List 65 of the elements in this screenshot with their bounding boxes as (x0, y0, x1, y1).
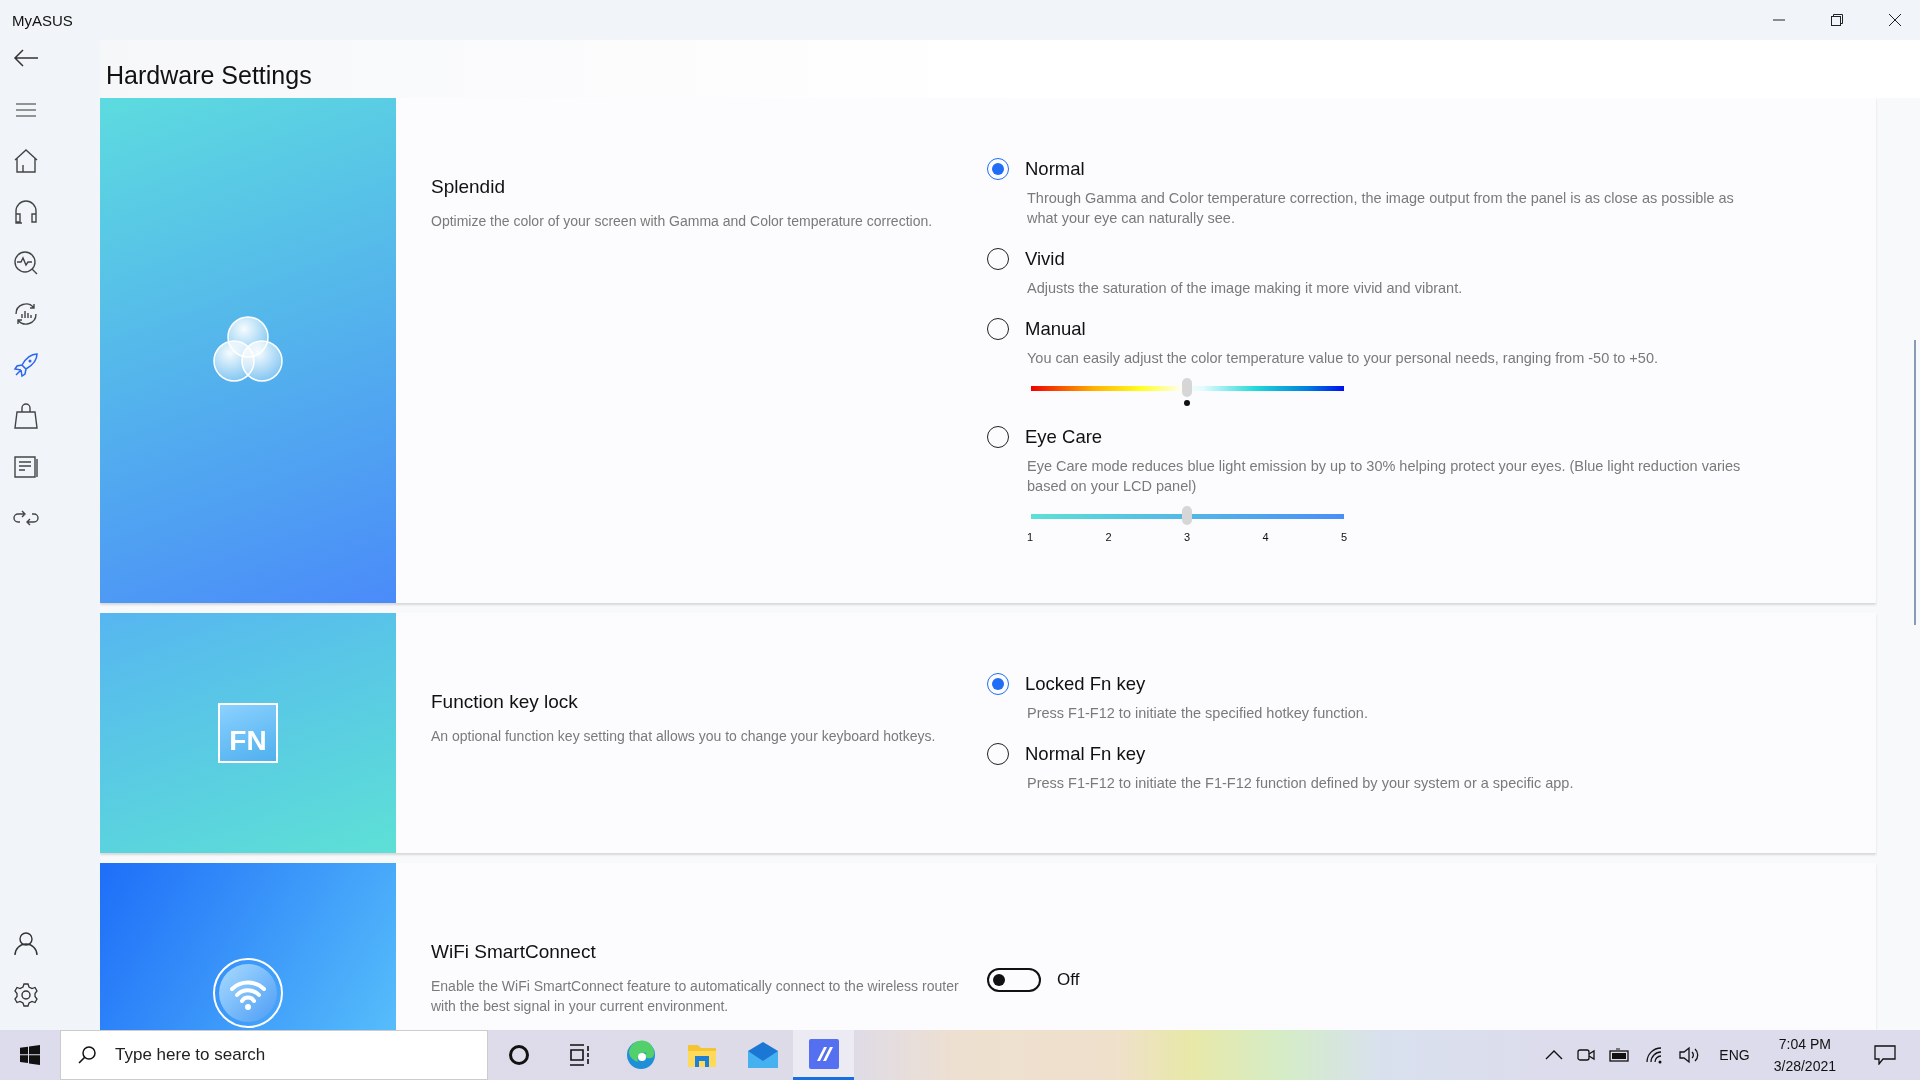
bag-icon[interactable] (13, 402, 39, 429)
default-marker (1184, 400, 1190, 406)
section-description: An optional function key setting that allows you to change your keyboard hotkeys. (431, 727, 937, 746)
section-title: Splendid (431, 176, 506, 198)
option-label[interactable]: Locked Fn key (1025, 673, 1146, 695)
search-input[interactable]: Type here to search (113, 1044, 487, 1066)
menu-icon[interactable] (15, 102, 37, 117)
fn-key-badge: FN (218, 703, 278, 763)
option-label[interactable]: Vivid (1025, 248, 1065, 270)
tick-label: 5 (1340, 531, 1347, 543)
windows-logo-icon[interactable] (20, 1045, 40, 1065)
language-indicator[interactable]: ENG (1719, 1047, 1750, 1063)
toggle-switch[interactable] (987, 968, 1041, 992)
refresh-chart-icon[interactable] (13, 300, 39, 327)
scrollbar[interactable] (1914, 340, 1916, 625)
tick-label: 3 (1183, 531, 1191, 543)
home-icon[interactable] (13, 147, 39, 174)
slider-thumb[interactable] (1182, 506, 1192, 525)
option-description: Press F1-F12 to initiate the F1-F12 function defined by your system or a specific app. (1026, 774, 1575, 793)
option-label[interactable]: Eye Care (1025, 426, 1103, 448)
section-description: Optimize the color of your screen with Gamma and Color temperature correction. (431, 212, 934, 231)
user-icon[interactable] (13, 930, 39, 956)
slider-track[interactable] (1030, 378, 1344, 398)
clock-time[interactable]: 7:04 PM (1778, 1033, 1831, 1055)
option-label[interactable]: Manual (1025, 318, 1086, 340)
slider-thumb[interactable] (1182, 378, 1192, 397)
section-title: Function key lock (431, 691, 579, 713)
search-icon (77, 1045, 97, 1065)
headset-icon[interactable] (13, 198, 39, 225)
chevron-up-icon[interactable] (1545, 1049, 1564, 1061)
option-label[interactable]: Normal Fn key (1025, 743, 1146, 765)
restore-icon[interactable] (1830, 13, 1844, 27)
option-description: Eye Care mode reduces blue light emission by up to 30% helping protect your eyes. (Blue light reduction varies based on your LCD panel) (1026, 457, 1742, 496)
settings-icon[interactable] (13, 981, 39, 1008)
option-description: You can easily adjust the color temperature value to your personal needs, ranging from -50 to +50. (1026, 349, 1659, 368)
camera-icon[interactable] (1577, 1046, 1596, 1064)
task-view-icon (567, 1044, 592, 1066)
option-description: Press F1-F12 to initiate the specified hotkey function. (1026, 704, 1369, 723)
diagnosis-icon[interactable] (13, 249, 39, 276)
search-bar[interactable]: Type here to search (60, 1030, 488, 1080)
document-list-icon[interactable] (13, 453, 39, 480)
close-icon[interactable] (1888, 13, 1902, 27)
notification-icon[interactable] (1874, 1045, 1896, 1065)
folder-icon (686, 1042, 717, 1068)
section-title: WiFi SmartConnect (431, 941, 597, 963)
option-description: Adjusts the saturation of the image making it more vivid and vibrant. (1026, 279, 1464, 298)
option-label[interactable]: Normal (1025, 158, 1085, 180)
rocket-icon[interactable] (13, 351, 39, 378)
window-title: MyASUS (12, 11, 73, 29)
tick-label: 1 (1027, 531, 1034, 543)
tick-label: 4 (1262, 531, 1269, 543)
tick-label: 2 (1105, 531, 1112, 543)
option-description: Through Gamma and Color temperature correction, the image output from the panel is as close as possible as what your eye can naturally see. (1026, 189, 1735, 228)
browser-icon (625, 1040, 656, 1070)
section-description: Enable the WiFi SmartConnect feature to automatically connect to the wireless router with the best signal in your current environment. (431, 977, 960, 1016)
slider-track[interactable] (1030, 506, 1344, 526)
clock-date[interactable]: 3/28/2021 (1773, 1055, 1836, 1077)
battery-icon[interactable] (1609, 1048, 1632, 1062)
wifi-icon (212, 957, 284, 1029)
app-logo-icon (808, 1038, 839, 1069)
back-icon[interactable] (13, 48, 39, 68)
mail-icon (746, 1041, 779, 1069)
circle-icon (507, 1044, 530, 1066)
page-title: Hardware Settings (106, 61, 312, 90)
toggle-label: Off (1057, 970, 1080, 990)
